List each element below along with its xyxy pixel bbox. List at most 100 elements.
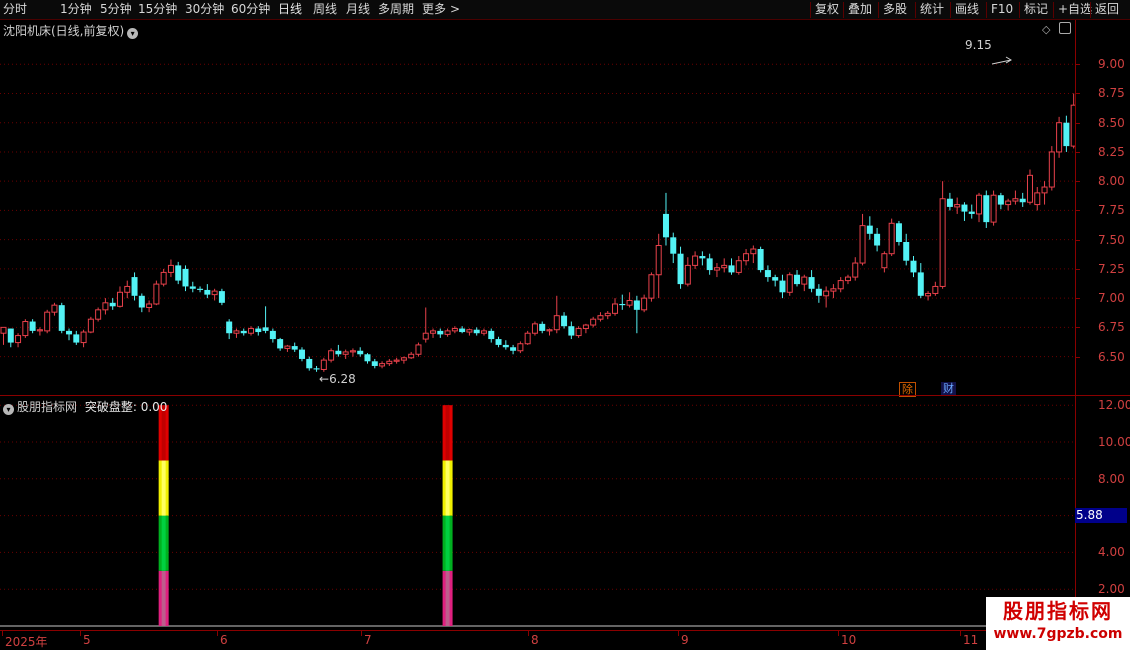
toolbar-tab-6[interactable]: 日线 — [278, 2, 302, 17]
more-chevron-icon[interactable]: > — [450, 2, 460, 17]
candle-body-up[interactable] — [881, 253, 888, 269]
candle-body-up[interactable] — [480, 330, 487, 334]
candle-body-down[interactable] — [502, 344, 509, 348]
candle-body-up[interactable] — [582, 324, 589, 330]
candle-body-up[interactable] — [408, 353, 415, 359]
candle-body-down[interactable] — [561, 315, 568, 327]
candle-body-up[interactable] — [1034, 192, 1041, 206]
candle-body-up[interactable] — [735, 260, 742, 273]
candle-body-down[interactable] — [946, 198, 953, 207]
candle-body-down[interactable] — [313, 368, 320, 370]
candle-body-up[interactable] — [837, 280, 844, 290]
candle-body-up[interactable] — [466, 329, 473, 333]
candle-body-up[interactable] — [531, 323, 538, 334]
candle-body-up[interactable] — [400, 357, 407, 361]
candle-body-up[interactable] — [451, 328, 458, 332]
candle-body-down[interactable] — [29, 321, 36, 331]
candle-body-down[interactable] — [903, 242, 910, 261]
candle-body-up[interactable] — [284, 345, 291, 349]
candle-body-up[interactable] — [146, 303, 153, 308]
candle-body-down[interactable] — [539, 323, 546, 331]
candle-body-up[interactable] — [626, 299, 633, 306]
candle-body-down[interactable] — [66, 330, 73, 335]
candle-body-up[interactable] — [823, 290, 830, 297]
indicator-menu-icon[interactable]: ▾ — [3, 404, 14, 415]
candle-body-up[interactable] — [655, 245, 662, 276]
candle-body-down[interactable] — [808, 277, 815, 289]
candle-body-up[interactable] — [990, 194, 997, 223]
candle-body-down[interactable] — [983, 195, 990, 223]
candle-body-up[interactable] — [553, 315, 560, 331]
candle-body-up[interactable] — [801, 276, 808, 285]
toolbar-button-1[interactable]: 叠加 — [848, 2, 872, 17]
candle-body-down[interactable] — [175, 265, 182, 281]
candle-body-down[interactable] — [1063, 122, 1070, 147]
candle-body-up[interactable] — [328, 350, 335, 361]
toolbar-tab-1[interactable]: 1分钟 — [60, 2, 92, 17]
candle-body-up[interactable] — [925, 292, 932, 297]
candle-body-up[interactable] — [444, 330, 451, 335]
candle-body-up[interactable] — [248, 328, 255, 334]
toolbar-tab-8[interactable]: 月线 — [346, 2, 370, 17]
toolbar-tab-7[interactable]: 周线 — [313, 2, 337, 17]
candle-body-down[interactable] — [779, 280, 786, 293]
candle-body-up[interactable] — [80, 331, 87, 344]
candle-body-down[interactable] — [226, 321, 233, 334]
candle-body-down[interactable] — [335, 350, 342, 355]
candle-body-up[interactable] — [167, 264, 174, 273]
candle-body-down[interactable] — [495, 339, 502, 345]
candle-body-down[interactable] — [306, 358, 313, 369]
candle-body-down[interactable] — [58, 305, 65, 331]
candle-body-up[interactable] — [15, 335, 22, 344]
candle-body-up[interactable] — [102, 302, 109, 311]
candle-body-up[interactable] — [1048, 151, 1055, 188]
candle-body-down[interactable] — [473, 329, 480, 334]
candle-body-up[interactable] — [590, 318, 597, 326]
candle-body-up[interactable] — [36, 329, 43, 332]
candle-body-up[interactable] — [692, 255, 699, 266]
toolbar-tab-5[interactable]: 60分钟 — [231, 2, 270, 17]
toolbar-tab-3[interactable]: 15分钟 — [138, 2, 177, 17]
finance-badge[interactable]: 财 — [941, 382, 956, 395]
candle-body-down[interactable] — [204, 289, 211, 295]
candle-body-up[interactable] — [44, 311, 51, 332]
candle-body-up[interactable] — [393, 359, 400, 362]
candle-body-up[interactable] — [721, 264, 728, 269]
candle-body-down[interactable] — [728, 265, 735, 273]
candle-body-down[interactable] — [772, 277, 779, 281]
candle-body-up[interactable] — [641, 297, 648, 311]
candle-body-down[interactable] — [371, 361, 378, 366]
candle-body-down[interactable] — [197, 288, 204, 290]
candle-body-down[interactable] — [357, 350, 364, 355]
candle-body-up[interactable] — [786, 274, 793, 293]
candle-body-up[interactable] — [1026, 174, 1033, 203]
candle-body-down[interactable] — [218, 291, 225, 303]
candle-body-down[interactable] — [182, 268, 189, 287]
candle-body-up[interactable] — [888, 222, 895, 255]
candle-body-up[interactable] — [546, 329, 553, 332]
diamond-icon[interactable]: ◇ — [1042, 23, 1050, 36]
candle-body-up[interactable] — [211, 290, 218, 296]
candle-body-down[interactable] — [240, 330, 247, 334]
candle-body-down[interactable] — [73, 334, 80, 343]
candle-body-up[interactable] — [124, 285, 131, 293]
candle-body-down[interactable] — [866, 225, 873, 234]
candle-body-up[interactable] — [939, 198, 946, 287]
candle-body-down[interactable] — [706, 258, 713, 271]
candle-body-up[interactable] — [852, 262, 859, 278]
candle-body-down[interactable] — [298, 349, 305, 359]
candle-body-up[interactable] — [430, 330, 437, 334]
candle-body-up[interactable] — [743, 253, 750, 262]
candle-body-down[interactable] — [7, 328, 14, 343]
candle-body-up[interactable] — [648, 274, 655, 299]
candle-body-up[interactable] — [422, 332, 429, 340]
candle-body-up[interactable] — [517, 343, 524, 352]
candle-body-down[interactable] — [662, 213, 669, 238]
toolbar-tab-2[interactable]: 5分钟 — [100, 2, 132, 17]
candle-body-down[interactable] — [459, 328, 466, 333]
candle-body-down[interactable] — [997, 195, 1004, 205]
candle-body-up[interactable] — [349, 350, 356, 353]
candle-body-down[interactable] — [874, 233, 881, 246]
candle-body-up[interactable] — [713, 267, 720, 271]
candle-body-down[interactable] — [109, 302, 116, 307]
